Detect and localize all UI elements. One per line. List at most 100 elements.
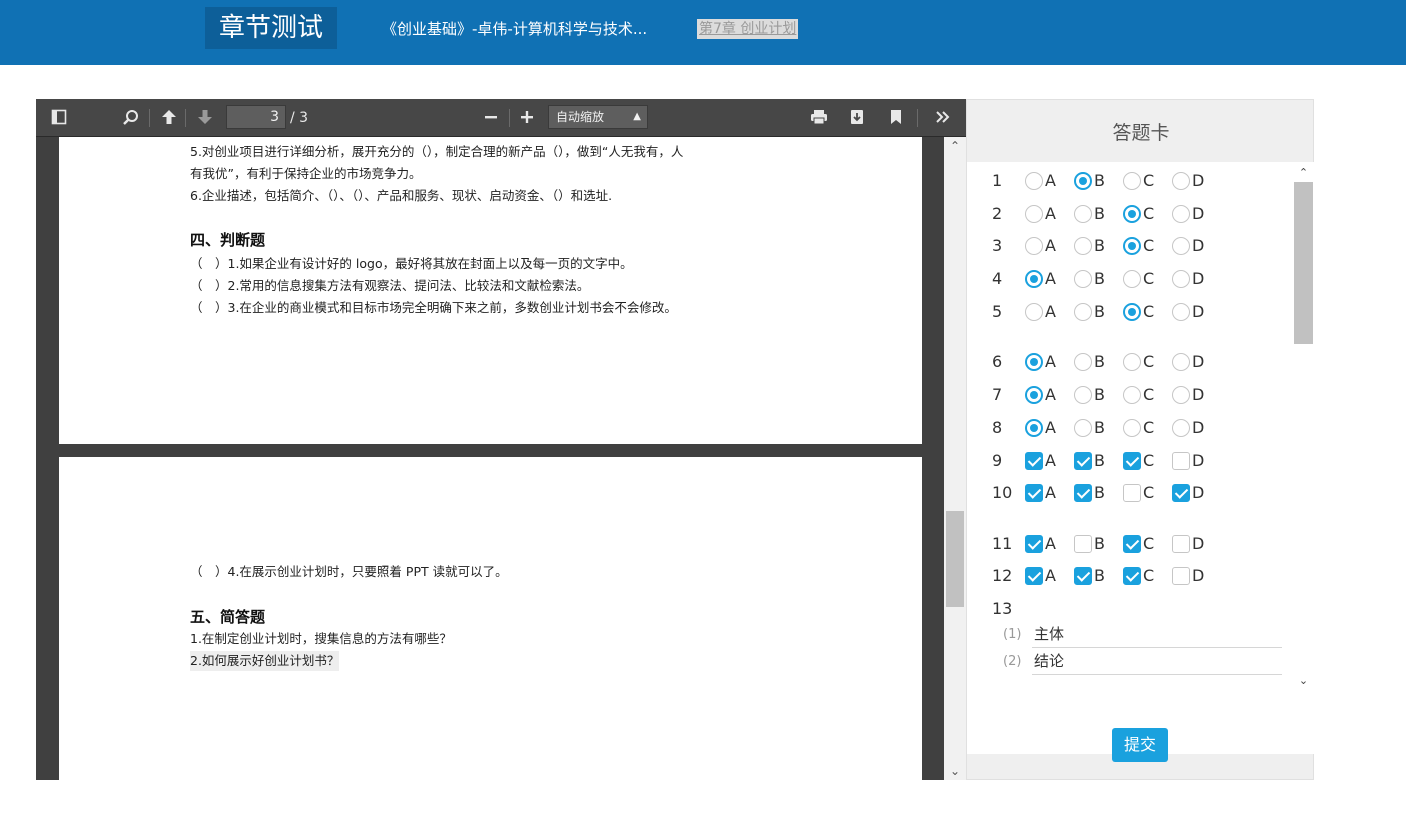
- print-icon[interactable]: [806, 106, 832, 130]
- radio-option-a[interactable]: A: [1025, 267, 1073, 291]
- next-page-icon[interactable]: [192, 106, 218, 130]
- radio-option-c[interactable]: C: [1123, 416, 1171, 440]
- checkbox-icon[interactable]: [1074, 535, 1092, 553]
- radio-option-d[interactable]: D: [1172, 202, 1220, 226]
- blank-answer-input[interactable]: 主体: [1032, 622, 1282, 648]
- radio-option-a[interactable]: A: [1025, 202, 1073, 226]
- radio-option-b[interactable]: B: [1074, 416, 1122, 440]
- checkbox-icon[interactable]: [1074, 452, 1092, 470]
- radio-option-a[interactable]: A: [1025, 234, 1073, 258]
- checkbox-option-d[interactable]: D: [1172, 481, 1220, 505]
- radio-icon[interactable]: [1025, 205, 1043, 223]
- radio-option-a[interactable]: A: [1025, 350, 1073, 374]
- checkbox-option-a[interactable]: A: [1025, 564, 1073, 588]
- previous-page-icon[interactable]: [156, 106, 182, 130]
- scroll-down-icon[interactable]: ⌄: [944, 762, 966, 780]
- radio-option-d[interactable]: D: [1172, 234, 1220, 258]
- radio-icon[interactable]: [1074, 303, 1092, 321]
- radio-icon[interactable]: [1025, 386, 1043, 404]
- radio-icon[interactable]: [1172, 270, 1190, 288]
- checkbox-option-d[interactable]: D: [1172, 449, 1220, 473]
- bookmark-icon[interactable]: [883, 106, 909, 130]
- radio-icon[interactable]: [1123, 270, 1141, 288]
- radio-option-c[interactable]: C: [1123, 202, 1171, 226]
- checkbox-option-c[interactable]: C: [1123, 449, 1171, 473]
- checkbox-icon[interactable]: [1172, 452, 1190, 470]
- download-icon[interactable]: [844, 106, 870, 130]
- checkbox-icon[interactable]: [1123, 484, 1141, 502]
- scroll-down-icon[interactable]: ⌄: [1294, 672, 1313, 690]
- checkbox-icon[interactable]: [1025, 452, 1043, 470]
- checkbox-option-a[interactable]: A: [1025, 449, 1073, 473]
- zoom-select[interactable]: 自动缩放 ▲: [548, 105, 648, 129]
- checkbox-icon[interactable]: [1074, 484, 1092, 502]
- radio-icon[interactable]: [1172, 303, 1190, 321]
- search-icon[interactable]: [118, 106, 144, 130]
- radio-icon[interactable]: [1025, 353, 1043, 371]
- radio-option-c[interactable]: C: [1123, 234, 1171, 258]
- radio-icon[interactable]: [1172, 237, 1190, 255]
- scroll-thumb[interactable]: [1294, 182, 1313, 344]
- radio-icon[interactable]: [1123, 205, 1141, 223]
- radio-icon[interactable]: [1172, 353, 1190, 371]
- radio-icon[interactable]: [1123, 237, 1141, 255]
- scroll-thumb[interactable]: [946, 511, 964, 607]
- radio-option-b[interactable]: B: [1074, 383, 1122, 407]
- radio-option-a[interactable]: A: [1025, 383, 1073, 407]
- checkbox-icon[interactable]: [1123, 567, 1141, 585]
- checkbox-option-a[interactable]: A: [1025, 481, 1073, 505]
- sidebar-toggle-icon[interactable]: [46, 106, 72, 130]
- radio-option-b[interactable]: B: [1074, 267, 1122, 291]
- radio-option-c[interactable]: C: [1123, 300, 1171, 324]
- radio-icon[interactable]: [1123, 386, 1141, 404]
- answer-card-scrollbar[interactable]: ⌃ ⌄: [1294, 162, 1313, 754]
- radio-icon[interactable]: [1123, 353, 1141, 371]
- checkbox-icon[interactable]: [1025, 484, 1043, 502]
- radio-option-b[interactable]: B: [1074, 300, 1122, 324]
- radio-icon[interactable]: [1025, 237, 1043, 255]
- tools-menu-icon[interactable]: [930, 106, 956, 130]
- radio-icon[interactable]: [1074, 270, 1092, 288]
- zoom-out-icon[interactable]: [478, 106, 504, 130]
- radio-option-b[interactable]: B: [1074, 202, 1122, 226]
- radio-icon[interactable]: [1074, 172, 1092, 190]
- radio-icon[interactable]: [1172, 386, 1190, 404]
- checkbox-option-c[interactable]: C: [1123, 532, 1171, 556]
- scroll-up-icon[interactable]: ⌃: [944, 137, 966, 155]
- radio-option-c[interactable]: C: [1123, 169, 1171, 193]
- answer-card-body[interactable]: ⌃ ⌄ 1ABCD2ABCD3ABCD4ABCD5ABCD6ABCD7ABCD8…: [967, 162, 1315, 754]
- radio-option-a[interactable]: A: [1025, 169, 1073, 193]
- radio-option-a[interactable]: A: [1025, 300, 1073, 324]
- radio-option-c[interactable]: C: [1123, 383, 1171, 407]
- chapter-link[interactable]: 第7章 创业计划: [697, 19, 799, 39]
- radio-option-d[interactable]: D: [1172, 416, 1220, 440]
- checkbox-option-a[interactable]: A: [1025, 532, 1073, 556]
- checkbox-option-d[interactable]: D: [1172, 532, 1220, 556]
- submit-button[interactable]: 提交: [1112, 728, 1168, 762]
- radio-icon[interactable]: [1074, 386, 1092, 404]
- zoom-in-icon[interactable]: [514, 106, 540, 130]
- checkbox-icon[interactable]: [1123, 535, 1141, 553]
- radio-icon[interactable]: [1172, 205, 1190, 223]
- radio-option-b[interactable]: B: [1074, 350, 1122, 374]
- radio-option-d[interactable]: D: [1172, 350, 1220, 374]
- checkbox-option-b[interactable]: B: [1074, 564, 1122, 588]
- radio-option-c[interactable]: C: [1123, 350, 1171, 374]
- radio-icon[interactable]: [1123, 172, 1141, 190]
- checkbox-icon[interactable]: [1172, 535, 1190, 553]
- checkbox-option-c[interactable]: C: [1123, 564, 1171, 588]
- checkbox-option-d[interactable]: D: [1172, 564, 1220, 588]
- radio-icon[interactable]: [1123, 419, 1141, 437]
- radio-icon[interactable]: [1074, 419, 1092, 437]
- checkbox-icon[interactable]: [1025, 535, 1043, 553]
- page-number-input[interactable]: 3: [226, 105, 286, 129]
- checkbox-option-b[interactable]: B: [1074, 449, 1122, 473]
- radio-icon[interactable]: [1025, 270, 1043, 288]
- radio-icon[interactable]: [1172, 419, 1190, 437]
- checkbox-icon[interactable]: [1172, 567, 1190, 585]
- radio-icon[interactable]: [1172, 172, 1190, 190]
- checkbox-icon[interactable]: [1172, 484, 1190, 502]
- pdf-scrollbar[interactable]: ⌃ ⌄: [944, 137, 966, 780]
- checkbox-option-b[interactable]: B: [1074, 532, 1122, 556]
- radio-option-c[interactable]: C: [1123, 267, 1171, 291]
